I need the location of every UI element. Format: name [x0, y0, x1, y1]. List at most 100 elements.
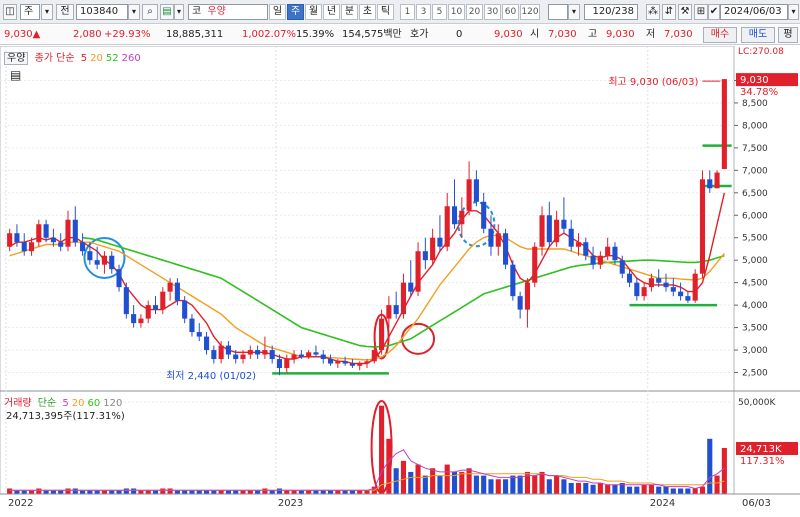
quote-bar: 9,030▲ 2,080 +29.93% 18,885,311 1,002.07… — [0, 25, 800, 45]
price-axis-label: 7,000 — [742, 166, 768, 176]
volume-bar — [692, 488, 698, 494]
buy-button[interactable]: 매수 — [703, 27, 737, 43]
candle-body — [393, 305, 399, 315]
sell-button[interactable]: 매도 — [741, 27, 775, 43]
volume-bar — [123, 488, 129, 494]
interval-button-30[interactable]: 30 — [484, 4, 501, 20]
interval-custom-input[interactable] — [548, 4, 568, 20]
volume-current: 24,713,395주(117.31%) — [6, 411, 125, 422]
candle-body — [43, 224, 49, 238]
period-tab-1[interactable]: 주 — [287, 4, 304, 20]
candle-body — [276, 359, 283, 369]
date-field[interactable]: 2024/06/03 — [720, 4, 788, 20]
hoga-value: 0 — [456, 29, 463, 40]
volume-bar — [276, 488, 283, 494]
date-picker-icon[interactable]: ▾ — [788, 4, 799, 20]
volume-bar — [503, 479, 509, 494]
chart-compare-icon[interactable]: ⇵ — [662, 4, 676, 20]
candle-body — [641, 287, 647, 297]
candle-body — [488, 228, 494, 247]
volume-bar — [554, 475, 560, 494]
candle-body — [561, 219, 567, 229]
period-tab-3[interactable]: 년 — [323, 4, 340, 20]
low-note: 최저 2,440 (01/02) — [166, 370, 256, 382]
volume-bar — [28, 490, 35, 494]
price-panel-name[interactable]: 우양 — [4, 52, 29, 65]
candle-body — [196, 332, 202, 337]
volume-bar — [298, 490, 304, 494]
candle-body — [80, 242, 86, 252]
interval-button-3[interactable]: 3 — [416, 4, 431, 20]
chart-svg[interactable]: 최고 9,030 (06/03)최저 2,440 (01/02) 9,0008,… — [0, 45, 800, 514]
volume-bar — [72, 488, 78, 494]
period-tab-0[interactable]: 일 — [269, 4, 286, 20]
candle-body — [262, 350, 268, 355]
evaluate-button[interactable]: 평 — [778, 27, 798, 43]
interval-button-120[interactable]: 120 — [520, 4, 540, 20]
interval-button-60[interactable]: 60 — [502, 4, 519, 20]
volume-bar — [590, 484, 596, 494]
period-tab-4[interactable]: 분 — [341, 4, 358, 20]
period-tab-2[interactable]: 월 — [305, 4, 322, 20]
stock-list-icon[interactable]: ▤ — [160, 4, 174, 20]
market-label: 코 — [192, 6, 202, 17]
volume-bar — [21, 490, 27, 494]
candle-body — [109, 255, 115, 270]
interval-dropdown-icon[interactable]: ▾ — [568, 4, 580, 20]
volume-bar — [583, 482, 589, 494]
candle-body — [634, 282, 640, 297]
interval-button-1[interactable]: 1 — [400, 4, 415, 20]
stock-list-dropdown-icon[interactable]: ▾ — [174, 4, 184, 20]
interval-button-5[interactable]: 5 — [432, 4, 447, 20]
price-axis-label: 7,500 — [742, 144, 768, 154]
interval-button-10[interactable]: 10 — [448, 4, 465, 20]
hoga-price: 9,030 — [494, 29, 523, 40]
code-input[interactable]: 103840 — [76, 4, 128, 20]
candle-body — [123, 287, 129, 315]
volume-bar — [546, 479, 552, 494]
zoom-icon[interactable]: ⊞ — [694, 4, 708, 20]
volume-bar — [364, 490, 370, 494]
count-value: 120/238 — [592, 6, 634, 17]
candle-body — [532, 246, 538, 283]
volume-bar — [422, 475, 428, 494]
candle-body — [28, 242, 35, 252]
chart-window-icon[interactable]: ◫ — [3, 4, 17, 20]
candle-body — [685, 296, 691, 301]
panel-menu-icon[interactable]: ▤ — [10, 68, 21, 82]
candle-body — [14, 233, 20, 243]
interval-button-20[interactable]: 20 — [466, 4, 483, 20]
candle-body — [626, 273, 633, 283]
item-type-dropdown-icon[interactable]: ▾ — [41, 4, 53, 20]
volume-bar — [335, 490, 341, 494]
chart-area[interactable]: 최고 9,030 (06/03)최저 2,440 (01/02) 9,0008,… — [0, 45, 800, 514]
stock-name: 우양 — [207, 6, 226, 17]
price-change: 2,080 — [73, 29, 102, 40]
price-change-pct: +29.93% — [104, 29, 151, 40]
candle-body — [218, 345, 224, 360]
search-icon[interactable]: ⌕ — [142, 4, 158, 20]
volume-bar — [7, 488, 13, 494]
volume-bar — [189, 490, 195, 494]
period-tab-5[interactable]: 초 — [359, 4, 376, 20]
link-icon[interactable]: ⁂ — [646, 4, 660, 20]
count-field[interactable]: 120/238 — [584, 4, 638, 20]
candle-body — [670, 287, 676, 292]
stock-name-field[interactable]: 코 우양 — [188, 4, 268, 20]
period-tab-6[interactable]: 틱 — [377, 4, 394, 20]
price-axis-label: 3,000 — [742, 346, 768, 356]
volume-bar — [605, 484, 611, 494]
volume-bar — [196, 490, 202, 494]
candle-body — [7, 233, 13, 247]
code-dropdown-icon[interactable]: ▾ — [128, 4, 140, 20]
candle-body — [437, 237, 443, 247]
candle-body — [400, 282, 407, 315]
price-axis-label: 6,000 — [742, 211, 768, 221]
item-type-select[interactable]: 주 — [20, 4, 40, 20]
candle-body — [612, 246, 618, 261]
search-type-button[interactable]: 전 — [56, 4, 74, 20]
settings-icon[interactable]: ⚒ — [678, 4, 692, 20]
volume-bar — [707, 438, 713, 494]
date-checkbox[interactable]: ✔ — [708, 4, 720, 20]
volume-bar — [65, 488, 71, 494]
